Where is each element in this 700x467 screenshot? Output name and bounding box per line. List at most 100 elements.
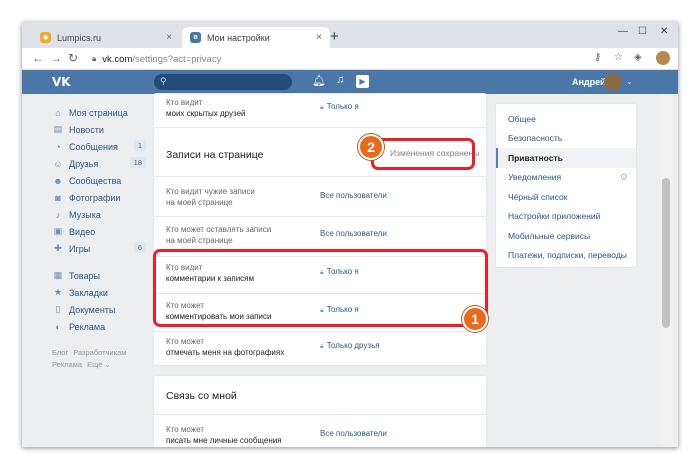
setting-row-photo-tags[interactable]: Кто может отмечать меня на фотографиях 🔒︎… (166, 336, 476, 358)
profile-avatar[interactable] (656, 51, 670, 65)
setting-value[interactable]: 🔒︎ Только друзья (320, 341, 380, 351)
lock-icon: 🔒︎ (320, 343, 324, 350)
star-icon[interactable]: ☆ (614, 52, 623, 63)
extension-icon[interactable]: ◈ (634, 52, 642, 63)
footer-link-developers[interactable]: Разработчикам (73, 348, 126, 357)
setting-question-line1: Кто может (166, 425, 204, 434)
close-window-icon[interactable]: ✕ (660, 26, 668, 37)
lumpics-favicon-icon: ✸ (40, 32, 51, 43)
nav-item-goods[interactable]: ▦ Товары (52, 267, 146, 284)
settings-menu-security[interactable]: Безопасность (496, 129, 636, 149)
footer-link-more[interactable]: Ещё ⌄ (87, 360, 111, 369)
setting-question-line2: писать мне личные сообщения (166, 436, 282, 445)
setting-value[interactable]: Все пользователи (320, 191, 387, 200)
search-input[interactable]: ⚲ (154, 74, 292, 90)
search-icon: ⚲ (160, 76, 167, 86)
avatar[interactable] (604, 73, 622, 91)
music-icon: ♪ (55, 209, 61, 220)
nav-item-photos[interactable]: ◙ Фотографии (52, 189, 146, 206)
setting-question-line1: Кто может (166, 337, 204, 346)
settings-menu-notifications[interactable]: Уведомления ⚙ (496, 168, 636, 188)
setting-value-label: Все пользователи (320, 191, 387, 200)
tab-settings[interactable]: в Мои настройки × (182, 27, 330, 48)
tab-lumpics[interactable]: ✸ Lumpics.ru × (32, 27, 180, 48)
settings-menu-apps[interactable]: Настройки приложений (496, 207, 636, 227)
close-icon[interactable]: × (316, 32, 322, 43)
setting-question-line1: Кто может оставлять записи (166, 225, 272, 234)
lock-icon: 🔒︎ (320, 104, 324, 111)
setting-value[interactable]: Все пользователи (320, 229, 387, 238)
nav-label: Новости (69, 124, 104, 135)
messages-count: 1 (133, 140, 146, 151)
scrollbar-thumb[interactable] (662, 178, 670, 328)
nav-item-documents[interactable]: ▯ Документы (52, 301, 146, 318)
new-tab-button[interactable]: + (330, 28, 339, 45)
lock-icon: 🔒︎ (92, 54, 97, 63)
page-scrollbar[interactable] (660, 94, 672, 447)
nav-item-ads[interactable]: ◐ Реклама (52, 318, 146, 335)
section-title: Записи на странице (166, 149, 264, 161)
nav-item-friends[interactable]: ☺ Друзья 18 (52, 155, 146, 172)
tab-title: Lumpics.ru (57, 32, 102, 43)
key-icon[interactable]: ⚷ (594, 52, 601, 63)
video-icon: ▣ (53, 226, 63, 236)
nav-item-games[interactable]: ✚ Игры 6 (52, 240, 146, 257)
setting-row[interactable]: Кто может оставлять записи на моей страни… (166, 224, 476, 246)
gear-icon[interactable]: ⚙ (620, 172, 628, 183)
settings-menu-mobile[interactable]: Мобильные сервисы (496, 226, 636, 246)
games-count: 6 (133, 242, 146, 253)
play-icon[interactable]: ▶ (356, 75, 369, 88)
nav-label: Товары (69, 270, 100, 281)
settings-menu-payments[interactable]: Платежи, подписки, переводы (496, 246, 636, 266)
chevron-down-icon[interactable]: ⌄ (626, 77, 633, 86)
divider (154, 216, 486, 217)
nav-item-communities[interactable]: ☻ Сообщества (52, 172, 146, 189)
nav-label: Документы (69, 304, 116, 315)
settings-menu-blacklist[interactable]: Чёрный список (496, 187, 636, 207)
footer-link-blog[interactable]: Блог (52, 348, 68, 357)
nav-item-music[interactable]: ♪ Музыка (52, 206, 146, 223)
username[interactable]: Андрей (572, 77, 606, 87)
footer-link-ads[interactable]: Реклама (52, 360, 82, 369)
settings-menu: Общее Безопасность Приватность Уведомлен… (496, 104, 636, 267)
setting-row[interactable]: Кто видит чужие записи на моей странице В… (166, 186, 476, 208)
tab-strip: ✸ Lumpics.ru × в Мои настройки × + — ☐ ✕ (22, 22, 678, 48)
games-icon: ✚ (54, 243, 62, 253)
section-title: Связь со мной (166, 390, 237, 402)
goods-icon: ▦ (53, 270, 63, 280)
maximize-icon[interactable]: ☐ (638, 26, 647, 37)
nav-item-my-page[interactable]: ⌂ Моя страница (52, 104, 146, 121)
vk-header: VK ⚲ 🔔︎ ♫ ▶ Андрей ⌄ (22, 70, 678, 94)
nav-item-bookmarks[interactable]: ★ Закладки (52, 284, 146, 301)
messages-icon: ◔ (55, 141, 61, 152)
nav-label: Игры (69, 243, 91, 254)
setting-question-line2: на моей странице (166, 236, 233, 245)
setting-question-line2: моих скрытых друзей (166, 109, 246, 118)
communities-icon: ☻ (53, 175, 63, 186)
friends-icon: ☺ (53, 158, 63, 169)
vk-logo[interactable]: VK (52, 75, 71, 89)
setting-value[interactable]: 🔒︎ Только я (320, 102, 359, 112)
setting-question-line1: Кто видит (166, 98, 203, 107)
setting-value[interactable]: Все пользователи (320, 429, 387, 438)
photos-icon: ◙ (55, 192, 61, 203)
settings-menu-general[interactable]: Общее (496, 109, 636, 129)
nav-item-messages[interactable]: ◔ Сообщения 1 (52, 138, 146, 155)
nav-item-video[interactable]: ▣ Видео (52, 223, 146, 240)
setting-row-hidden-friends[interactable]: Кто видит моих скрытых друзей 🔒︎ Только я (166, 97, 476, 119)
address-bar[interactable]: 🔒︎ vk.com/settings?act=privacy (92, 51, 612, 67)
back-icon[interactable]: ← (32, 51, 44, 65)
highlight-comments-settings (153, 249, 488, 327)
forward-icon[interactable]: → (50, 51, 62, 65)
minimize-icon[interactable]: — (618, 26, 628, 37)
close-icon[interactable]: × (166, 32, 172, 43)
nav-item-news[interactable]: ▤ Новости (52, 121, 146, 138)
setting-row-messages[interactable]: Кто может писать мне личные сообщения Все… (166, 424, 476, 446)
url-host: vk.com (102, 53, 133, 65)
reload-icon[interactable]: ↻ (68, 51, 78, 65)
settings-menu-privacy[interactable]: Приватность (496, 148, 636, 168)
nav-label: Реклама (69, 321, 106, 332)
bell-icon[interactable]: 🔔︎ (312, 74, 326, 87)
music-note-icon[interactable]: ♫ (336, 74, 344, 86)
setting-value-label: Только друзья (326, 341, 380, 350)
